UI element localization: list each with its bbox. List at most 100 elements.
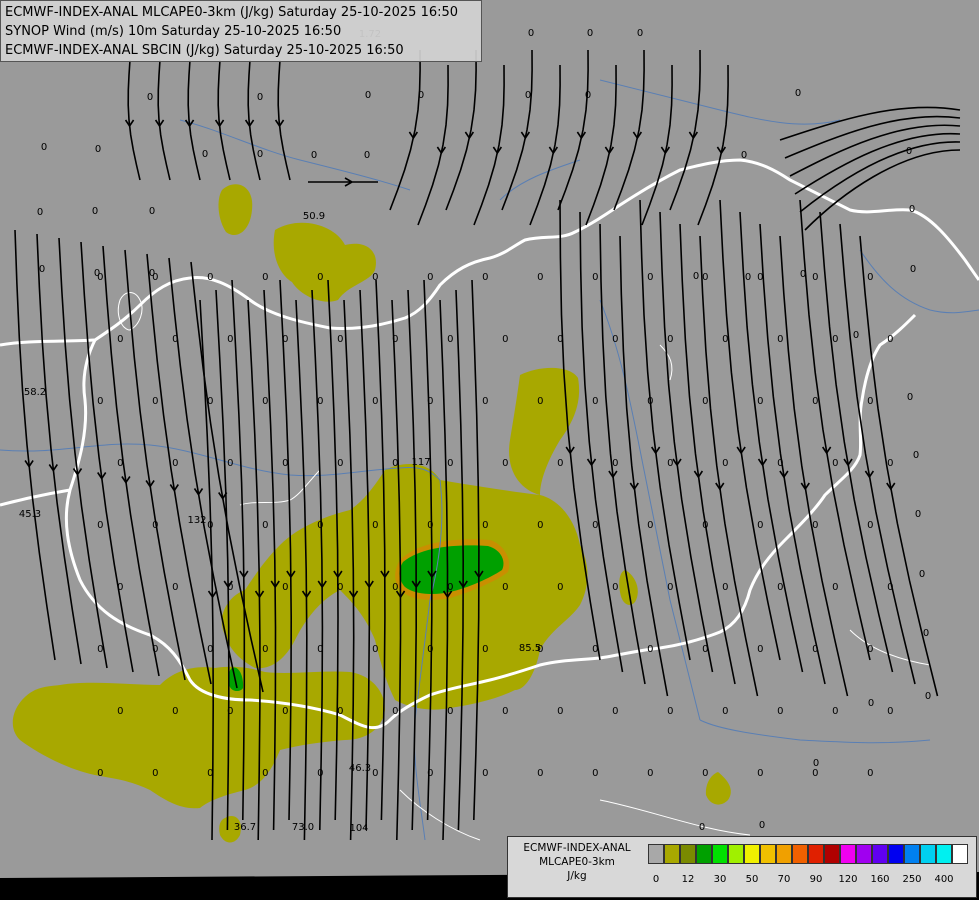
sbcin-value: 0 xyxy=(97,644,103,655)
sbcin-value: 0 xyxy=(364,150,370,161)
sbcin-value: 0 xyxy=(172,334,178,345)
sbcin-value: 0 xyxy=(702,520,708,531)
sbcin-value: 0 xyxy=(372,520,378,531)
sbcin-value: 0 xyxy=(207,520,213,531)
sbcin-value: 0 xyxy=(525,90,531,101)
sbcin-value: 0 xyxy=(41,142,47,153)
legend-tick-label: 400 xyxy=(934,874,954,885)
sbcin-value: 0 xyxy=(262,272,268,283)
legend-swatch xyxy=(840,844,856,864)
sbcin-value: 0 xyxy=(777,334,783,345)
sbcin-value: 0 xyxy=(795,88,801,99)
color-legend: ECMWF-INDEX-ANAL MLCAPE0-3km J/kg 0 12 30 5… xyxy=(507,836,977,898)
legend-tick-label: 250 xyxy=(902,874,922,885)
sbcin-value: 0 xyxy=(906,146,912,157)
sbcin-value: 0 xyxy=(812,768,818,779)
legend-swatch xyxy=(728,844,744,864)
sbcin-value: 0 xyxy=(152,272,158,283)
sbcin-value: 0 xyxy=(207,644,213,655)
legend-swatch xyxy=(952,844,968,864)
sbcin-value: 0 xyxy=(832,706,838,717)
sbcin-value: 0 xyxy=(311,150,317,161)
sbcin-value: 0 xyxy=(317,768,323,779)
legend-swatch xyxy=(872,844,888,864)
sbcin-value: 0 xyxy=(372,644,378,655)
sbcin-value: 0 xyxy=(667,706,673,717)
sbcin-value: 0 xyxy=(427,396,433,407)
legend-swatches xyxy=(648,844,968,864)
sbcin-value: 0 xyxy=(907,392,913,403)
sbcin-value: 0 xyxy=(612,334,618,345)
sbcin-value: 0 xyxy=(482,520,488,531)
sbcin-value: 0 xyxy=(722,582,728,593)
sbcin-value: 0 xyxy=(909,204,915,215)
sbcin-value: 0 xyxy=(317,644,323,655)
sbcin-value: 0 xyxy=(337,706,343,717)
sbcin-value: 0 xyxy=(97,520,103,531)
sbcin-value: 0 xyxy=(637,28,643,39)
legend-swatch xyxy=(696,844,712,864)
legend-swatch xyxy=(712,844,728,864)
sbcin-value: 0 xyxy=(337,458,343,469)
sbcin-value: 45.3 xyxy=(19,509,41,520)
title-line-cin: ECMWF-INDEX-ANAL SBCIN (J/kg) Saturday 2… xyxy=(5,43,404,58)
sbcin-value: 0 xyxy=(372,396,378,407)
legend-tick-label: 120 xyxy=(838,874,858,885)
sbcin-value: 0 xyxy=(427,520,433,531)
sbcin-value: 0 xyxy=(759,820,765,831)
sbcin-value: 0 xyxy=(887,334,893,345)
sbcin-value: 0 xyxy=(722,458,728,469)
legend-swatch xyxy=(664,844,680,864)
sbcin-value: 0 xyxy=(502,706,508,717)
legend-tick-label: 12 xyxy=(681,874,695,885)
sbcin-value: 117 xyxy=(411,457,430,468)
sbcin-value: 0 xyxy=(910,264,916,275)
sbcin-value: 0 xyxy=(592,644,598,655)
sbcin-value: 0 xyxy=(537,768,543,779)
legend-swatch xyxy=(808,844,824,864)
sbcin-value: 0 xyxy=(317,396,323,407)
legend-tick-label: 0 xyxy=(652,874,660,885)
sbcin-value: 0 xyxy=(887,582,893,593)
sbcin-value: 0 xyxy=(482,272,488,283)
sbcin-value: 0 xyxy=(227,582,233,593)
sbcin-value: 0 xyxy=(557,706,563,717)
legend-swatch xyxy=(856,844,872,864)
sbcin-value: 0 xyxy=(92,206,98,217)
sbcin-value: 0 xyxy=(812,272,818,283)
sbcin-value: 0 xyxy=(592,396,598,407)
sbcin-value: 0 xyxy=(502,334,508,345)
sbcin-value: 0 xyxy=(537,520,543,531)
sbcin-value: 0 xyxy=(812,520,818,531)
sbcin-value: 0 xyxy=(227,458,233,469)
sbcin-value: 0 xyxy=(612,458,618,469)
legend-swatch xyxy=(680,844,696,864)
sbcin-value: 0 xyxy=(757,644,763,655)
sbcin-value: 0 xyxy=(482,768,488,779)
sbcin-value: 46.3 xyxy=(349,763,371,774)
sbcin-value: 0 xyxy=(317,272,323,283)
sbcin-value: 0 xyxy=(427,644,433,655)
sbcin-value: 0 xyxy=(172,706,178,717)
sbcin-value: 0 xyxy=(887,458,893,469)
legend-title-line-1: ECMWF-INDEX-ANAL xyxy=(523,842,631,854)
sbcin-value: 0 xyxy=(647,520,653,531)
sbcin-value: 0 xyxy=(97,272,103,283)
sbcin-value: 0 xyxy=(227,334,233,345)
title-line-wind: SYNOP Wind (m/s) 10m Saturday 25-10-2025… xyxy=(5,24,342,39)
sbcin-value: 0 xyxy=(722,334,728,345)
sbcin-value: 0 xyxy=(832,582,838,593)
sbcin-value: 0 xyxy=(365,90,371,101)
sbcin-value: 0 xyxy=(867,768,873,779)
sbcin-value: 0 xyxy=(612,706,618,717)
sbcin-value: 0 xyxy=(913,450,919,461)
sbcin-value: 0 xyxy=(447,706,453,717)
sbcin-value: 0 xyxy=(392,582,398,593)
sbcin-value: 0 xyxy=(117,706,123,717)
sbcin-value: 0 xyxy=(777,706,783,717)
sbcin-value: 0 xyxy=(537,644,543,655)
sbcin-value: 0 xyxy=(919,569,925,580)
sbcin-value: 0 xyxy=(117,458,123,469)
sbcin-value: 0 xyxy=(757,272,763,283)
sbcin-value: 0 xyxy=(647,644,653,655)
